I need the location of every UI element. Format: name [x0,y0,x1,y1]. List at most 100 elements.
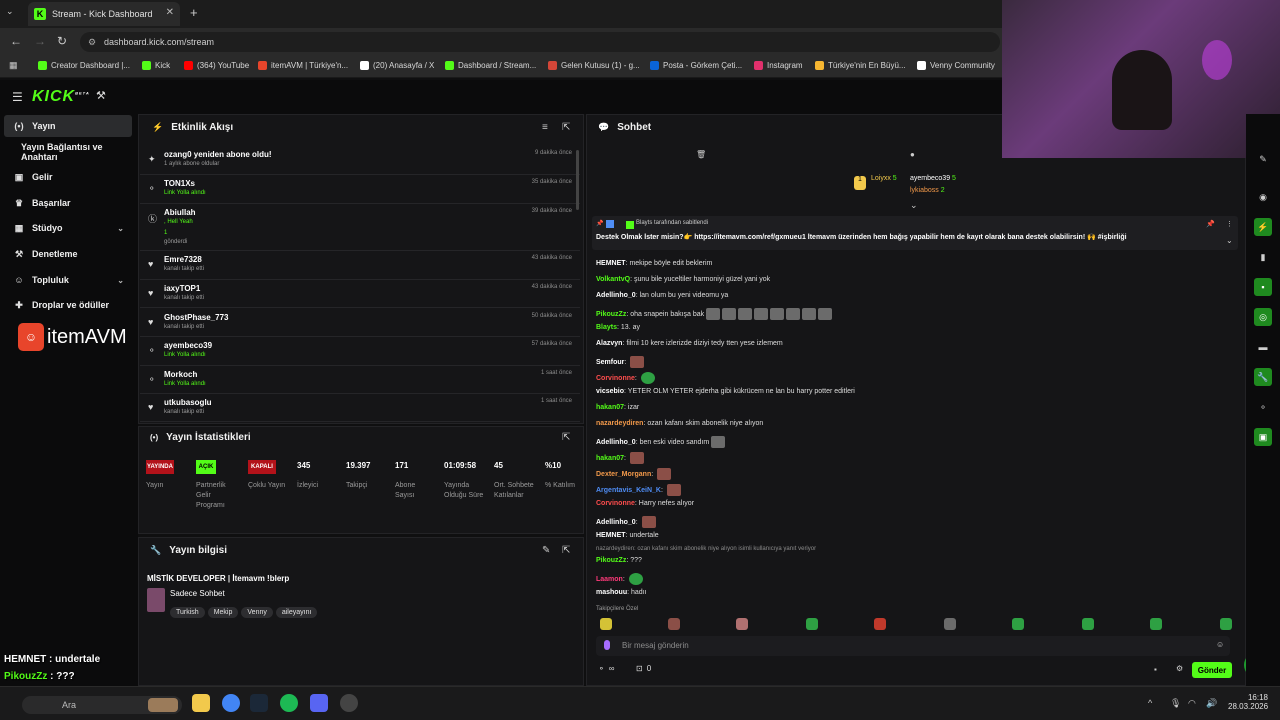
rail-rewards-icon[interactable]: ⚬ [1254,398,1272,416]
rail-wrench-icon[interactable]: 🔧 [1254,368,1272,386]
chat-message[interactable]: Semfour: [596,356,645,368]
gear-icon[interactable]: ⚙ [1176,664,1183,673]
chat-username[interactable]: Blayts [596,324,617,331]
chat-username[interactable]: nazardeydiren [596,420,643,427]
chat-username[interactable]: hakan07 [596,455,624,462]
stream-tag[interactable]: aileyayını [275,607,318,618]
rail-pencil-icon[interactable]: ✎ [1254,150,1272,168]
site-info-icon[interactable]: ⚙ [88,32,96,52]
emote-icon[interactable] [1150,618,1162,630]
chat-input[interactable]: Bir mesaj gönderin ☺ [596,636,1230,656]
activity-name[interactable]: Morkoch [164,370,197,379]
obs-icon[interactable] [340,694,358,712]
sidebar-item[interactable]: (•) Yayın [4,115,132,137]
chat-username[interactable]: PikouzZz [596,311,626,318]
clock[interactable]: 16:18 28.03.2026 [1228,693,1268,711]
chat-username[interactable]: hakan07 [596,404,624,411]
chat-message[interactable]: Argentavis_KeiN_K: [596,484,681,496]
chat-username[interactable]: Dexter_Morgann [596,471,651,478]
url-input[interactable]: ⚙ dashboard.kick.com/stream [80,32,1000,52]
chat-message[interactable]: vicsebio: YETER OLM YETER ejderha gibi k… [596,388,855,395]
chat-username[interactable]: HEMNET [596,532,626,539]
apps-grid-icon[interactable]: ▦ [9,60,18,71]
chat-message[interactable]: Corvinonne: Harry nefes alıyor [596,500,694,507]
stats-popout-icon[interactable]: ⇱ [562,432,570,443]
chat-username[interactable]: Adellinho_0 [596,519,636,526]
popout-icon[interactable]: ⇱ [562,122,570,133]
category-thumbnail[interactable] [147,588,165,612]
filter-icon[interactable]: ≡ [542,122,548,133]
stream-tag[interactable]: Turkish [170,607,205,618]
emote-icon[interactable] [736,618,748,630]
chat-username[interactable]: HEMNET [596,260,626,267]
emote-icon[interactable] [1012,618,1024,630]
chat-username[interactable]: Corvinonne [596,375,635,382]
chat-settings-bubble-icon[interactable]: ▪ [1154,665,1157,674]
volume-icon[interactable]: 🔊 [1206,698,1217,709]
sidebar-item[interactable]: ☺ Topluluk ⌄ [4,269,132,291]
itemavm-sponsor-logo[interactable]: ☺ itemAVM [18,320,146,354]
unpin-icon[interactable]: 📌 [1206,220,1215,228]
forward-icon[interactable]: → [34,34,46,48]
tab-menu-icon[interactable]: ⌄ [6,6,14,17]
reload-icon[interactable]: ↻ [57,34,67,48]
activity-name[interactable]: iaxyTOP1 [164,284,200,293]
emote-icon[interactable] [1220,618,1232,630]
activity-name[interactable]: utkubasoglu [164,398,212,407]
edit-icon[interactable]: ✎ [542,545,550,556]
chat-username[interactable]: Adellinho_0 [596,439,636,446]
sidebar-item[interactable]: ⚒ Denetleme [4,243,132,265]
emote-icon[interactable] [806,618,818,630]
stream-tag[interactable]: Venny [241,607,273,618]
steam-icon[interactable] [250,694,268,712]
sidebar-item[interactable]: ♛ Başarılar [4,192,132,214]
discord-icon[interactable] [310,694,328,712]
expand-down-icon[interactable]: ⌄ [910,200,918,211]
chat-message[interactable]: Blayts: 13. ay [596,324,640,331]
bookmark-item[interactable]: (364) YouTube [184,61,249,70]
mic-icon[interactable] [604,640,610,650]
close-tab-icon[interactable]: ✕ [166,7,174,18]
chat-message[interactable]: hakan07: [596,452,644,464]
collapse-icon[interactable]: ⌄ [1226,236,1233,245]
activity-name[interactable]: ayembeco39 [164,341,212,350]
chat-message[interactable]: Adellinho_0: ben eski video sandım [596,436,726,448]
back-icon[interactable]: ← [10,34,22,48]
new-tab-icon[interactable]: + [190,5,198,20]
mic-tray-icon[interactable]: 🎙 [1170,698,1181,709]
category-name[interactable]: Sadece Sohbet [170,589,225,598]
rail-chat-icon[interactable]: ▪ [1254,278,1272,296]
browser-tab[interactable]: K Stream - Kick Dashboard ✕ [28,2,180,26]
bookmark-item[interactable]: Instagram [754,61,803,70]
rail-game-icon[interactable]: ▣ [1254,428,1272,446]
leaderboard-entry[interactable]: Loiyxx 5 [871,175,897,182]
bookmark-item[interactable]: Gelen Kutusu (1) - g... [548,61,640,70]
chat-message[interactable]: Adellinho_0: [596,516,656,528]
emote-icon[interactable] [1082,618,1094,630]
bookmark-item[interactable]: (20) Anasayfa / X [360,61,434,70]
kick-logo[interactable]: KICKBETA [32,88,90,106]
chat-message[interactable]: Alazvyn: filmi 10 kere izlerizde diziyi … [596,340,783,347]
emote-icon[interactable] [944,618,956,630]
chat-username[interactable]: Alazvyn [596,340,622,347]
rail-mod-icon[interactable]: ▬ [1254,338,1272,356]
chat-username[interactable]: VolkantvQ [596,276,630,283]
chat-username[interactable]: Adellinho_0 [596,292,636,299]
hammer-icon[interactable]: ⚒ [96,89,106,102]
rail-stats-icon[interactable]: ▮ [1254,248,1272,266]
emote-icon[interactable] [874,618,886,630]
activity-name[interactable]: TON1Xs [164,179,195,188]
chat-message[interactable]: PikouzZz: oha snapein bakışa bak [596,308,833,320]
chat-message[interactable]: nazardeydiren: ozan kafanı skim abonelik… [596,420,763,427]
count-display[interactable]: ⊡ 0 [636,664,651,673]
tray-chevron-icon[interactable]: ^ [1148,698,1152,708]
more-options-icon[interactable]: ⋮ [1226,220,1233,228]
chat-message[interactable]: PikouzZz: ??? [596,557,642,564]
bookmark-item[interactable]: Dashboard / Stream... [445,61,536,70]
sidebar-item[interactable]: ▦ Stüdyo ⌄ [4,217,132,239]
chat-message[interactable]: HEMNET: undertale [596,532,659,539]
info-popout-icon[interactable]: ⇱ [562,545,570,556]
wifi-icon[interactable]: ◠ [1188,698,1196,709]
activity-name[interactable]: ozang0 yeniden abone oldu! [164,150,272,159]
bookmark-item[interactable]: Posta - Görkem Çeti... [650,61,742,70]
